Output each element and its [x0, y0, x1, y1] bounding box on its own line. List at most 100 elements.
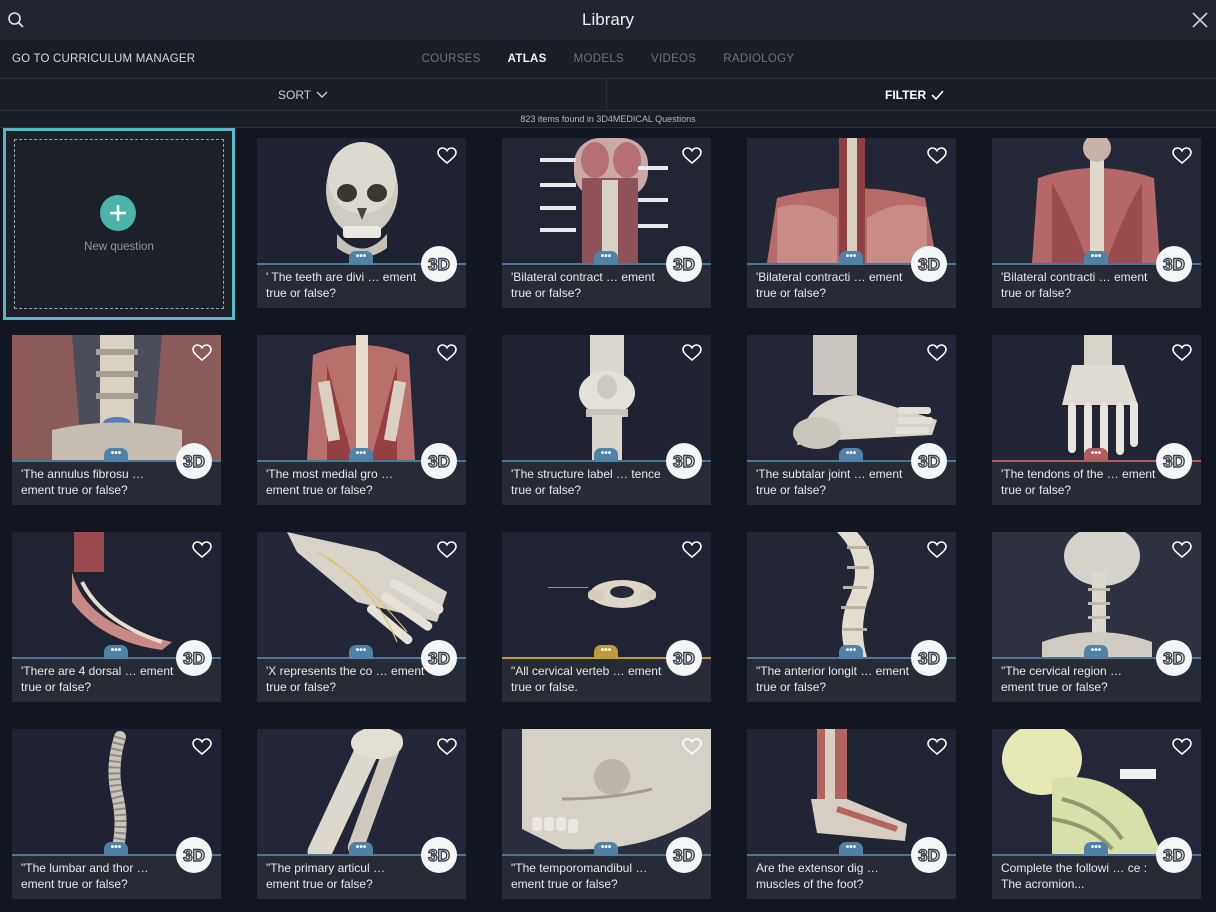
heart-icon[interactable] [437, 541, 457, 559]
caption-line-2: ement true or false? [266, 483, 373, 497]
divider [606, 79, 607, 111]
more-options-button[interactable]: ••• [1084, 251, 1108, 265]
question-card[interactable]: ••• 3D 'The subtalar joint … ement true … [747, 335, 956, 505]
caption-line-1: Are the extensor dig … [756, 861, 879, 875]
badge-text: 3D [183, 452, 205, 471]
question-card[interactable]: ••• 3D "The primary articul … ement true… [257, 729, 466, 899]
heart-icon[interactable] [192, 541, 212, 559]
3d-icon: 3D [917, 648, 940, 668]
more-options-button[interactable]: ••• [349, 448, 373, 462]
thumbnail-image [747, 729, 956, 854]
thumbnail-image [257, 335, 466, 460]
more-options-button[interactable]: ••• [594, 448, 618, 462]
3d-icon: 3D [672, 845, 695, 865]
more-options-button[interactable]: ••• [594, 251, 618, 265]
heart-icon[interactable] [192, 344, 212, 362]
caption-line-1: 'There are 4 dorsal … ement [21, 664, 174, 678]
question-caption: "The anterior longit … ement true or fal… [756, 663, 916, 695]
question-card[interactable]: ••• 3D "All cervical verteb … ement true… [502, 532, 711, 702]
tab-models[interactable]: MODELS [574, 53, 624, 65]
more-options-button[interactable]: ••• [104, 448, 128, 462]
badge-text: 3D [1163, 255, 1185, 274]
more-options-button[interactable]: ••• [594, 645, 618, 659]
caption-line-1: "The temporomandibul … [511, 861, 648, 875]
thumbnail-image [12, 729, 221, 854]
tab-courses[interactable]: COURSES [422, 53, 481, 65]
filter-button[interactable]: FILTER [885, 88, 944, 102]
caption-line-1: ' The teeth are divi … ement [266, 270, 417, 284]
thumbnail-image [502, 532, 711, 657]
heart-icon[interactable] [682, 738, 702, 756]
more-options-button[interactable]: ••• [594, 842, 618, 856]
nav-bar: GO TO CURRICULUM MANAGER COURSES ATLAS M… [0, 40, 1216, 79]
more-options-button[interactable]: ••• [104, 645, 128, 659]
new-question-tile[interactable]: New question [3, 128, 235, 320]
heart-icon[interactable] [437, 344, 457, 362]
question-card[interactable]: ••• 3D ' The teeth are divi … ement true… [257, 138, 466, 308]
sort-button[interactable]: SORT [278, 88, 328, 102]
tab-atlas[interactable]: ATLAS [508, 53, 547, 65]
question-card[interactable]: ••• 3D 'The structure label … tence true… [502, 335, 711, 505]
heart-icon[interactable] [927, 541, 947, 559]
heart-icon[interactable] [927, 738, 947, 756]
question-card[interactable]: ••• 3D 'The most medial gro … ement true… [257, 335, 466, 505]
question-card[interactable]: ••• 3D 'Bilateral contract … ement true … [502, 138, 711, 308]
question-card[interactable]: ••• 3D "The temporomandibul … ement true… [502, 729, 711, 899]
thumbnail-image [257, 729, 466, 854]
3d-badge: 3D [666, 246, 702, 282]
chevron-down-icon [316, 91, 328, 98]
heart-icon[interactable] [437, 147, 457, 165]
heart-icon[interactable] [682, 147, 702, 165]
question-card[interactable]: ••• 3D "The lumbar and thor … ement true… [12, 729, 221, 899]
question-card[interactable]: ••• 3D 'The annulus fibrosu … ement true… [12, 335, 221, 505]
more-options-button[interactable]: ••• [1084, 448, 1108, 462]
plus-icon [100, 195, 136, 231]
question-card[interactable]: ••• 3D 'Bilateral contracti … ement true… [747, 138, 956, 308]
question-card[interactable]: ••• 3D 'Bilateral contracti … ement true… [992, 138, 1201, 308]
question-card[interactable]: ••• 3D 'X represents the co … ement true… [257, 532, 466, 702]
question-card[interactable]: ••• 3D Are the extensor dig … muscles of… [747, 729, 956, 899]
question-caption: 'The annulus fibrosu … ement true or fal… [21, 466, 181, 498]
3d-badge: 3D [421, 443, 457, 479]
question-card[interactable]: ••• 3D 'There are 4 dorsal … ement true … [12, 532, 221, 702]
caption-line-1: 'Bilateral contracti … ement [1001, 270, 1148, 284]
more-options-button[interactable]: ••• [1084, 842, 1108, 856]
heart-icon[interactable] [1172, 738, 1192, 756]
heart-icon[interactable] [1172, 541, 1192, 559]
thumbnail-image [992, 335, 1201, 460]
heart-icon[interactable] [192, 738, 212, 756]
heart-icon[interactable] [927, 147, 947, 165]
heart-icon[interactable] [1172, 147, 1192, 165]
heart-icon[interactable] [437, 738, 457, 756]
more-options-button[interactable]: ••• [839, 645, 863, 659]
thumbnail-image [12, 532, 221, 657]
tab-radiology[interactable]: RADIOLOGY [723, 53, 794, 65]
heart-icon[interactable] [1172, 344, 1192, 362]
more-options-button[interactable]: ••• [349, 251, 373, 265]
more-options-button[interactable]: ••• [104, 842, 128, 856]
question-caption: 'There are 4 dorsal … ement true or fals… [21, 663, 181, 695]
question-card[interactable]: ••• 3D 'The tendons of the … ement true … [992, 335, 1201, 505]
question-card[interactable]: ••• 3D "The anterior longit … ement true… [747, 532, 956, 702]
tab-videos[interactable]: VIDEOS [651, 53, 696, 65]
caption-line-2: true or false? [266, 286, 337, 300]
close-icon[interactable] [1191, 11, 1209, 29]
heart-icon[interactable] [927, 344, 947, 362]
caption-line-1: "The primary articul … [266, 861, 385, 875]
more-options-button[interactable]: ••• [1084, 645, 1108, 659]
more-options-button[interactable]: ••• [349, 842, 373, 856]
question-caption: ' The teeth are divi … ement true or fal… [266, 269, 426, 301]
caption-line-1: Complete the followi … ce : [1001, 861, 1148, 875]
question-card[interactable]: ••• 3D "The cervical region … ement true… [992, 532, 1201, 702]
caption-line-1: "The anterior longit … ement [756, 664, 909, 678]
search-icon[interactable] [7, 11, 25, 29]
more-options-button[interactable]: ••• [839, 448, 863, 462]
more-options-button[interactable]: ••• [839, 842, 863, 856]
question-card[interactable]: ••• 3D Complete the followi … ce : The a… [992, 729, 1201, 899]
heart-icon[interactable] [682, 541, 702, 559]
more-options-button[interactable]: ••• [839, 251, 863, 265]
more-options-button[interactable]: ••• [349, 645, 373, 659]
question-caption: 'Bilateral contracti … ement true or fal… [756, 269, 916, 301]
3d-badge: 3D [421, 246, 457, 282]
heart-icon[interactable] [682, 344, 702, 362]
